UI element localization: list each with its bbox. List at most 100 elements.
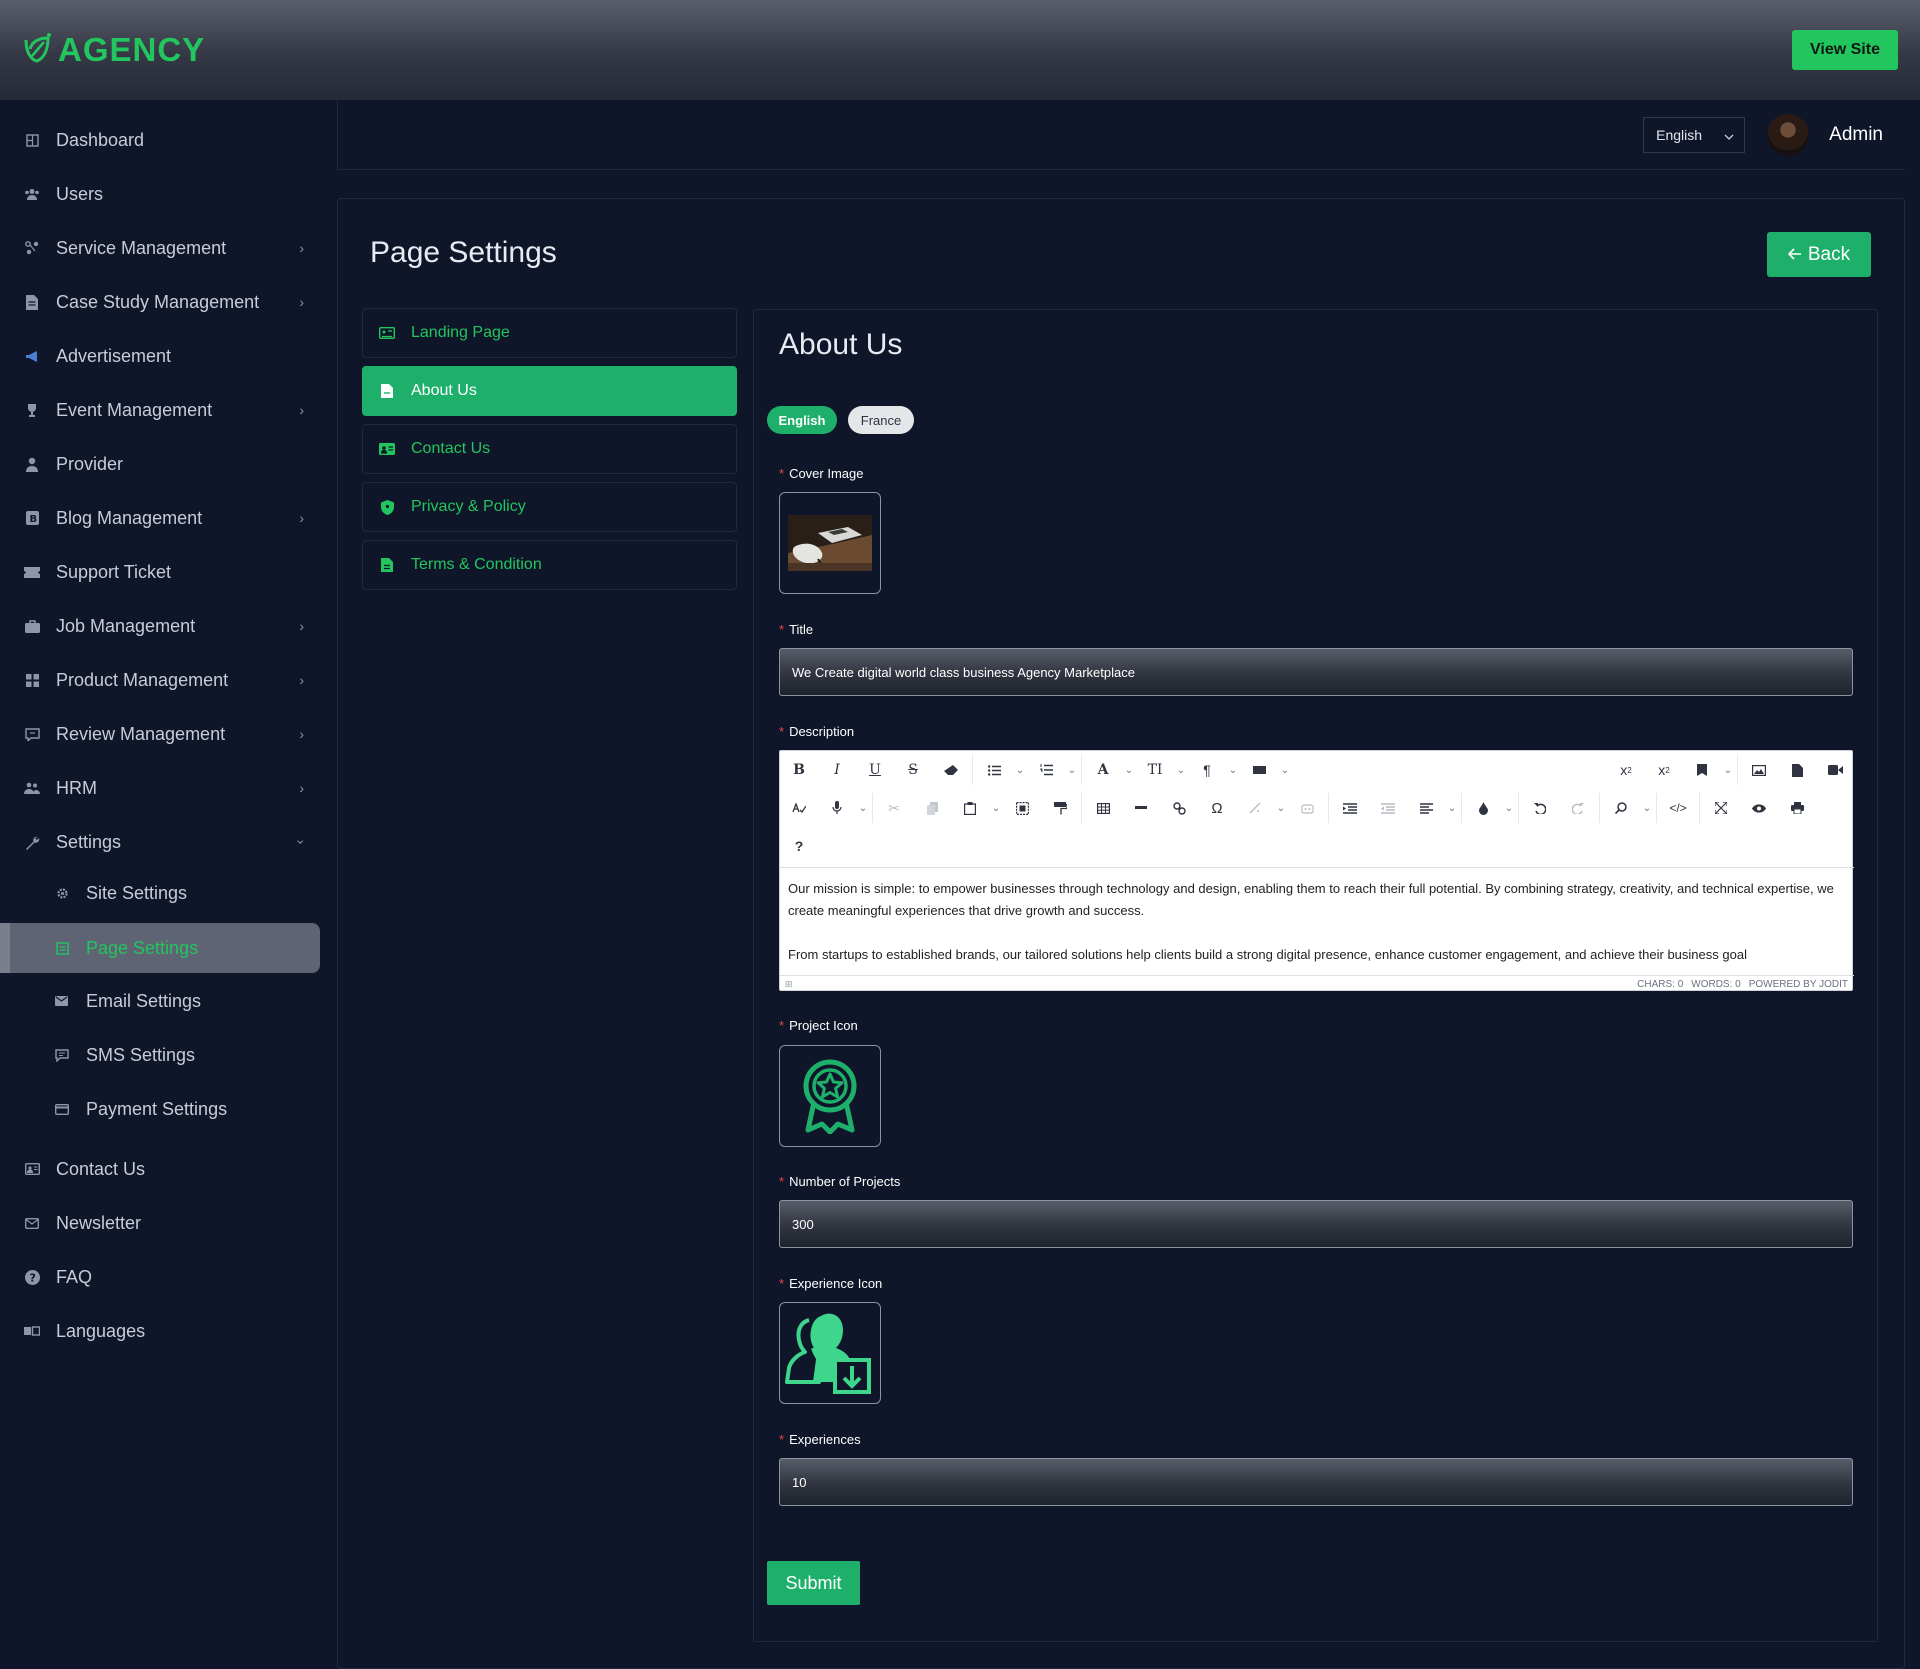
powered-by-link[interactable]: POWERED BY JODIT xyxy=(1749,979,1848,990)
sidebar-item-sms-settings[interactable]: SMS Settings xyxy=(0,1030,320,1080)
cut-icon[interactable]: ✂ xyxy=(875,793,913,823)
sidebar-item-settings[interactable]: Settings › xyxy=(0,817,320,867)
numbered-list-icon[interactable] xyxy=(1027,755,1065,785)
chevron-down-icon[interactable]: ⌄ xyxy=(1445,803,1459,814)
bold-button[interactable]: B xyxy=(780,755,818,785)
project-icon-upload[interactable] xyxy=(779,1045,881,1147)
sidebar-item-event-management[interactable]: Event Management › xyxy=(0,385,320,435)
underline-button[interactable]: U xyxy=(856,755,894,785)
align-left-icon[interactable] xyxy=(1407,793,1445,823)
table-icon[interactable] xyxy=(1084,793,1122,823)
sidebar-item-payment-settings[interactable]: Payment Settings xyxy=(0,1084,320,1134)
sidebar-item-contact-us[interactable]: Contact Us xyxy=(0,1144,320,1194)
experiences-input[interactable]: 10 xyxy=(779,1458,1853,1506)
file-icon[interactable] xyxy=(1778,755,1816,785)
link-icon[interactable] xyxy=(1160,793,1198,823)
brand-logo[interactable]: AGENCY xyxy=(22,31,205,69)
sidebar-item-languages[interactable]: Languages xyxy=(0,1306,320,1356)
superscript-icon[interactable]: x2 xyxy=(1607,755,1645,785)
chevron-down-icon[interactable]: ⌄ xyxy=(1174,765,1188,776)
back-button[interactable]: Back xyxy=(1767,232,1871,277)
avatar[interactable] xyxy=(1767,113,1810,156)
sidebar-item-site-settings[interactable]: Site Settings xyxy=(0,868,320,918)
chevron-down-icon[interactable]: ⌄ xyxy=(1640,803,1654,814)
lang-tab-english[interactable]: English xyxy=(767,406,837,434)
image-icon[interactable] xyxy=(1740,755,1778,785)
sidebar-item-support-ticket[interactable]: Support Ticket xyxy=(0,547,320,597)
chevron-down-icon[interactable]: ⌄ xyxy=(1013,765,1027,776)
sidebar-item-advertisement[interactable]: Advertisement xyxy=(0,331,320,381)
experience-icon-upload[interactable] xyxy=(779,1302,881,1404)
subscript-icon[interactable]: x2 xyxy=(1645,755,1683,785)
sidebar-item-case-study-management[interactable]: Case Study Management › xyxy=(0,277,320,327)
sidebar-item-product-management[interactable]: Product Management › xyxy=(0,655,320,705)
paragraph-icon[interactable]: ¶ xyxy=(1188,755,1226,785)
cover-image-upload[interactable] xyxy=(779,492,881,594)
help-button[interactable]: ? xyxy=(780,831,818,861)
chevron-down-icon[interactable]: ⌄ xyxy=(1122,765,1136,776)
line-height-icon[interactable] xyxy=(1240,755,1278,785)
chevron-down-icon[interactable]: ⌄ xyxy=(1502,803,1516,814)
redo-icon[interactable] xyxy=(1559,793,1597,823)
chevron-down-icon[interactable]: ⌄ xyxy=(1721,765,1735,776)
description-textarea[interactable]: Our mission is simple: to empower busine… xyxy=(780,867,1854,975)
font-icon[interactable]: A xyxy=(1084,755,1122,785)
select-all-icon[interactable] xyxy=(1003,793,1041,823)
format-painter-icon[interactable] xyxy=(1041,793,1079,823)
lang-tab-france[interactable]: France xyxy=(848,406,914,434)
sidebar-item-users[interactable]: Users xyxy=(0,169,320,219)
tab-about-us[interactable]: About Us xyxy=(362,366,737,416)
sidebar-item-provider[interactable]: Provider xyxy=(0,439,320,489)
microphone-icon[interactable] xyxy=(818,793,856,823)
tab-landing-page[interactable]: Landing Page xyxy=(362,308,737,358)
tab-terms-condition[interactable]: Terms & Condition xyxy=(362,540,737,590)
sidebar-item-job-management[interactable]: Job Management › xyxy=(0,601,320,651)
sidebar-item-page-settings[interactable]: Page Settings xyxy=(0,923,320,973)
sidebar-item-faq[interactable]: ? FAQ xyxy=(0,1252,320,1302)
bullet-list-icon[interactable] xyxy=(975,755,1013,785)
tab-privacy-policy[interactable]: Privacy & Policy xyxy=(362,482,737,532)
resize-grip-icon[interactable]: ⊞ xyxy=(785,979,793,990)
chevron-down-icon[interactable]: ⌄ xyxy=(1278,765,1292,776)
font-size-icon[interactable]: TI xyxy=(1136,755,1174,785)
fullscreen-icon[interactable] xyxy=(1702,793,1740,823)
brush-icon[interactable] xyxy=(1464,793,1502,823)
user-name[interactable]: Admin xyxy=(1829,124,1883,146)
chevron-down-icon[interactable]: ⌄ xyxy=(1065,765,1079,776)
number-of-projects-input[interactable]: 300 xyxy=(779,1200,1853,1248)
chevron-down-icon[interactable]: ⌄ xyxy=(1226,765,1240,776)
copy-icon[interactable] xyxy=(913,793,951,823)
spellcheck-icon[interactable] xyxy=(780,793,818,823)
chevron-down-icon[interactable]: ⌄ xyxy=(989,803,1003,814)
submit-button[interactable]: Submit xyxy=(767,1561,860,1605)
search-icon[interactable] xyxy=(1602,793,1640,823)
language-select[interactable]: English xyxy=(1643,116,1746,153)
chevron-down-icon[interactable]: ⌄ xyxy=(1274,803,1288,814)
view-site-button[interactable]: View Site xyxy=(1792,30,1898,70)
chevron-down-icon[interactable]: ⌄ xyxy=(856,803,870,814)
magic-wand-icon[interactable] xyxy=(1236,793,1274,823)
preview-eye-icon[interactable] xyxy=(1740,793,1778,823)
print-icon[interactable] xyxy=(1778,793,1816,823)
sidebar-item-hrm[interactable]: HRM › xyxy=(0,763,320,813)
undo-icon[interactable] xyxy=(1521,793,1559,823)
title-input[interactable]: We Create digital world class business A… xyxy=(779,648,1853,696)
italic-button[interactable]: I xyxy=(818,755,856,785)
tab-contact-us[interactable]: Contact Us xyxy=(362,424,737,474)
eraser-icon[interactable] xyxy=(932,755,970,785)
sidebar-item-dashboard[interactable]: Dashboard xyxy=(0,115,320,165)
source-code-icon[interactable]: </> xyxy=(1659,793,1697,823)
paste-icon[interactable] xyxy=(951,793,989,823)
ai-icon[interactable] xyxy=(1288,793,1326,823)
outdent-icon[interactable] xyxy=(1369,793,1407,823)
indent-icon[interactable] xyxy=(1331,793,1369,823)
classes-icon[interactable] xyxy=(1683,755,1721,785)
sidebar-item-newsletter[interactable]: Newsletter xyxy=(0,1198,320,1248)
sidebar-item-email-settings[interactable]: Email Settings xyxy=(0,976,320,1026)
sidebar-item-review-management[interactable]: Review Management › xyxy=(0,709,320,759)
sidebar-item-service-management[interactable]: Service Management › xyxy=(0,223,320,273)
special-char-icon[interactable]: Ω xyxy=(1198,793,1236,823)
horizontal-rule-icon[interactable] xyxy=(1122,793,1160,823)
sidebar-item-blog-management[interactable]: B Blog Management › xyxy=(0,493,320,543)
strikethrough-button[interactable]: S xyxy=(894,755,932,785)
